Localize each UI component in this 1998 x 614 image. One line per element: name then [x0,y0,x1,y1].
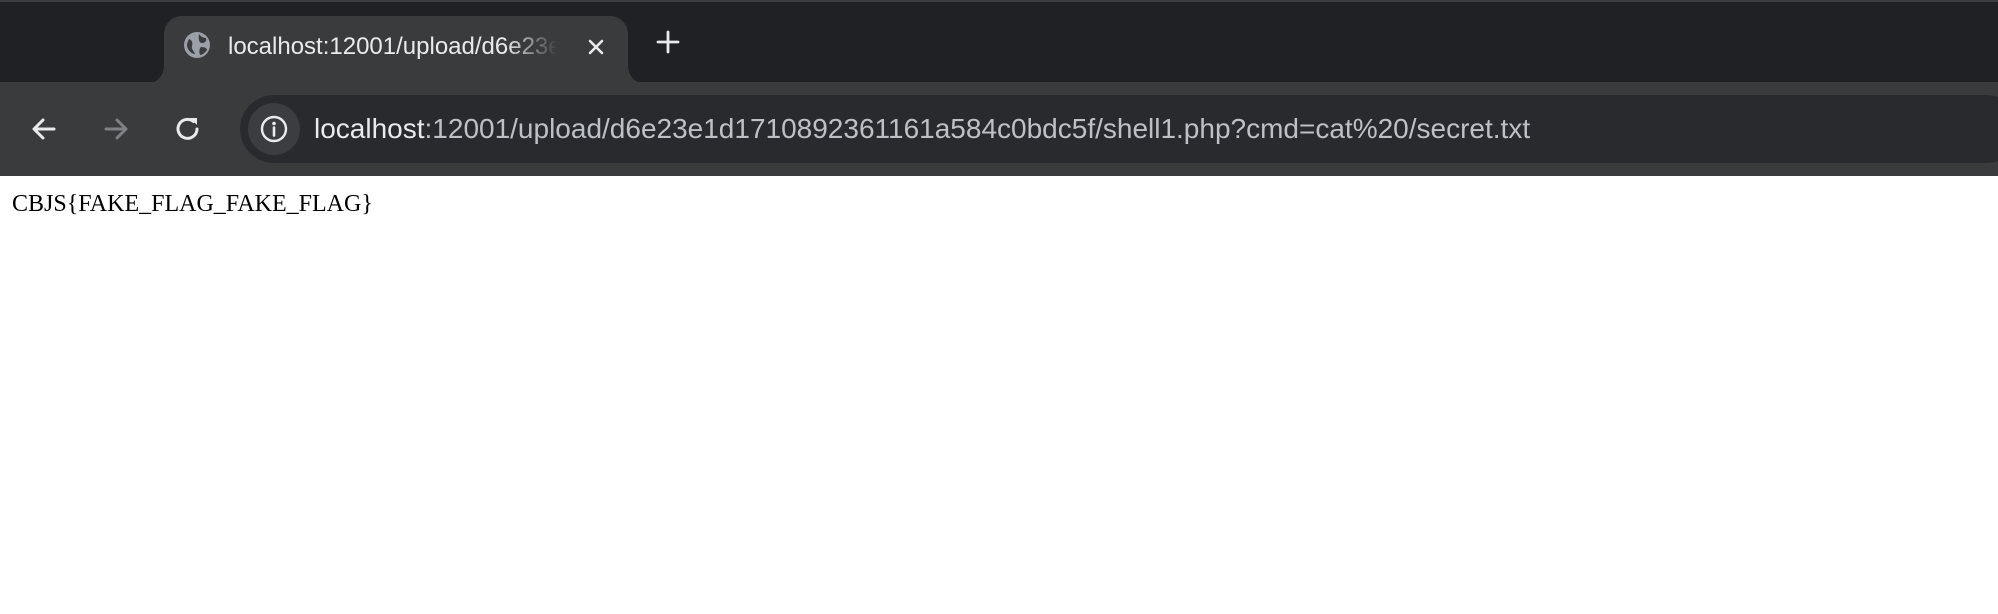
reload-icon[interactable] [168,109,208,149]
site-info-button[interactable] [248,103,300,155]
address-bar[interactable]: localhost:12001/upload/d6e23e1d171089236… [240,95,1998,163]
arrow-left-icon[interactable] [24,109,64,149]
command-output: CBJS{FAKE_FLAG_FAKE_FLAG} [12,191,373,217]
tab-title: localhost:12001/upload/d6e23e1d171089236… [228,33,558,60]
url-text[interactable]: localhost:12001/upload/d6e23e1d171089236… [314,111,1530,147]
plus-icon[interactable] [650,24,686,60]
globe-icon [184,32,210,58]
page-content: CBJS{FAKE_FLAG_FAKE_FLAG} [0,176,1998,614]
browser-tab[interactable]: localhost:12001/upload/d6e23e1d171089236… [164,16,628,84]
browser-toolbar: localhost:12001/upload/d6e23e1d171089236… [0,82,1998,176]
arrow-right-icon[interactable] [96,109,136,149]
close-icon[interactable] [580,31,612,63]
tab-strip: localhost:12001/upload/d6e23e1d171089236… [0,0,1998,84]
url-host: localhost [314,113,425,144]
url-path: :12001/upload/d6e23e1d1710892361161a584c… [424,113,1531,144]
info-icon [260,115,288,143]
